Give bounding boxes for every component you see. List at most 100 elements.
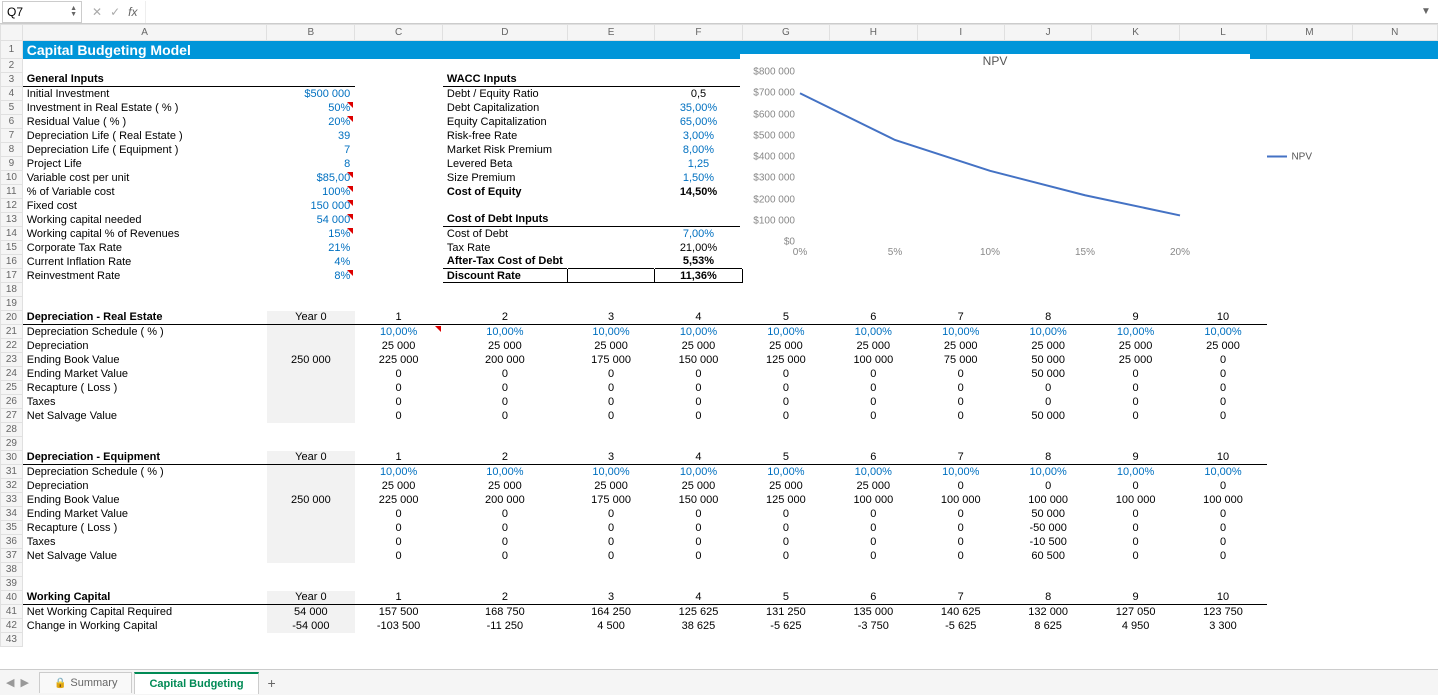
cell[interactable]: 50 000 [1004, 353, 1091, 367]
wacc-value[interactable]: 14,50% [655, 185, 742, 199]
cell[interactable]: 10,00% [830, 325, 917, 339]
cell[interactable]: 25 000 [567, 339, 654, 353]
row-header-19[interactable]: 19 [1, 297, 23, 311]
cell[interactable]: 0 [1179, 535, 1266, 549]
row-header-39[interactable]: 39 [1, 577, 23, 591]
cell[interactable]: 0 [1179, 521, 1266, 535]
cell[interactable]: -10 500 [1004, 535, 1091, 549]
cell[interactable]: 0 [655, 395, 742, 409]
cell[interactable]: 164 250 [567, 605, 654, 619]
cell[interactable]: 0 [1092, 549, 1179, 563]
cell[interactable]: 0 [442, 521, 567, 535]
gi-value[interactable]: 8 [267, 157, 355, 171]
cell[interactable]: 0 [830, 395, 917, 409]
cell[interactable]: 25 000 [355, 339, 443, 353]
row-header-32[interactable]: 32 [1, 479, 23, 493]
row-header-10[interactable]: 10 [1, 171, 23, 185]
gi-value[interactable]: 54 000 [267, 213, 355, 227]
cell[interactable]: 0 [1004, 479, 1091, 493]
row-header-7[interactable]: 7 [1, 129, 23, 143]
tab-nav-next-icon[interactable]: ▶ [20, 676, 28, 689]
cell[interactable]: 0 [1092, 381, 1179, 395]
cell[interactable]: 225 000 [355, 353, 443, 367]
gi-value[interactable]: 7 [267, 143, 355, 157]
cell[interactable]: 0 [830, 409, 917, 423]
row-header-15[interactable]: 15 [1, 241, 23, 255]
cell[interactable]: 10,00% [1179, 325, 1266, 339]
wacc-value[interactable]: 1,50% [655, 171, 742, 185]
col-header-J[interactable]: J [1004, 25, 1091, 41]
cell[interactable]: 10,00% [567, 465, 654, 479]
cell[interactable]: 100 000 [1092, 493, 1179, 507]
gi-value[interactable]: 4% [267, 255, 355, 269]
cell[interactable]: 50 000 [1004, 367, 1091, 381]
cell[interactable]: 0 [1092, 479, 1179, 493]
cell[interactable]: 10,00% [567, 325, 654, 339]
row-header-24[interactable]: 24 [1, 367, 23, 381]
cell[interactable]: 3 300 [1179, 619, 1266, 633]
row-header-28[interactable]: 28 [1, 423, 23, 437]
cell[interactable]: 0 [655, 549, 742, 563]
cell[interactable]: 0 [442, 409, 567, 423]
add-sheet-button[interactable]: + [261, 675, 283, 691]
row-header-26[interactable]: 26 [1, 395, 23, 409]
cell[interactable]: 0 [355, 507, 443, 521]
row-header-22[interactable]: 22 [1, 339, 23, 353]
cell[interactable]: 0 [442, 549, 567, 563]
cell[interactable]: 10,00% [917, 325, 1004, 339]
cell[interactable]: 10,00% [1004, 325, 1091, 339]
cell[interactable]: 0 [1179, 507, 1266, 521]
cell[interactable]: 0 [1092, 395, 1179, 409]
cell[interactable]: 0 [742, 409, 829, 423]
cell[interactable]: 10,00% [1179, 465, 1266, 479]
row-header-5[interactable]: 5 [1, 101, 23, 115]
cell[interactable]: 0 [1179, 409, 1266, 423]
cell[interactable]: 0 [917, 395, 1004, 409]
cell[interactable]: 100 000 [1179, 493, 1266, 507]
cell[interactable]: 0 [830, 535, 917, 549]
gi-value[interactable]: $500 000 [267, 87, 355, 101]
col-header-F[interactable]: F [655, 25, 742, 41]
cell[interactable]: 0 [655, 409, 742, 423]
tab-capital-budgeting[interactable]: Capital Budgeting [134, 672, 258, 694]
row-header-17[interactable]: 17 [1, 269, 23, 283]
cell[interactable]: 0 [1004, 395, 1091, 409]
cell[interactable]: 10,00% [355, 325, 443, 339]
wacc-value[interactable]: 1,25 [655, 157, 742, 171]
row-header-3[interactable]: 3 [1, 73, 23, 87]
row-header-29[interactable]: 29 [1, 437, 23, 451]
cell[interactable]: 0 [355, 395, 443, 409]
cell[interactable]: 100 000 [830, 493, 917, 507]
cell[interactable]: 125 000 [742, 493, 829, 507]
cell[interactable]: 0 [1179, 381, 1266, 395]
row-header-20[interactable]: 20 [1, 311, 23, 325]
gi-value[interactable]: 20% [267, 115, 355, 129]
cell[interactable]: 4 500 [567, 619, 654, 633]
row-header-12[interactable]: 12 [1, 199, 23, 213]
cell[interactable]: 0 [1092, 521, 1179, 535]
row-header-23[interactable]: 23 [1, 353, 23, 367]
cell[interactable]: 25 000 [1004, 339, 1091, 353]
confirm-icon[interactable]: ✓ [110, 5, 120, 19]
cell[interactable]: 25 000 [917, 339, 1004, 353]
cell[interactable]: 168 750 [442, 605, 567, 619]
cell[interactable]: 0 [830, 367, 917, 381]
row-header-42[interactable]: 42 [1, 619, 23, 633]
cell[interactable]: 25 000 [442, 479, 567, 493]
gi-value[interactable]: 100% [267, 185, 355, 199]
gi-value[interactable]: 21% [267, 241, 355, 255]
gi-value[interactable]: 50% [267, 101, 355, 115]
row-header-33[interactable]: 33 [1, 493, 23, 507]
cell[interactable]: 10,00% [1092, 325, 1179, 339]
cell[interactable]: 0 [742, 507, 829, 521]
cell[interactable]: 10,00% [442, 325, 567, 339]
cell[interactable]: 0 [917, 381, 1004, 395]
formula-bar-expand-icon[interactable]: ▼ [1418, 6, 1434, 17]
row-header-38[interactable]: 38 [1, 563, 23, 577]
col-header-E[interactable]: E [567, 25, 654, 41]
cell[interactable]: 132 000 [1004, 605, 1091, 619]
cell[interactable]: 0 [655, 381, 742, 395]
cell[interactable]: 0 [917, 507, 1004, 521]
cell[interactable]: 175 000 [567, 353, 654, 367]
cell[interactable]: 0 [1179, 479, 1266, 493]
